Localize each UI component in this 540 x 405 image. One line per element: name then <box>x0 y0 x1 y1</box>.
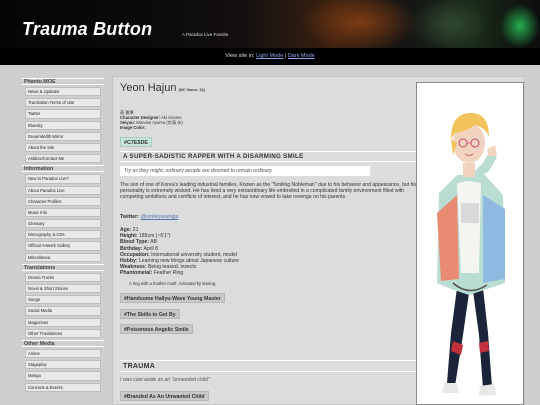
stat-value: AB <box>150 239 157 246</box>
twitter-label: Twitter: <box>120 214 140 220</box>
sidebar-nav-item[interactable]: Magazines <box>25 317 101 327</box>
sidebar-nav-item[interactable]: Twitter <box>25 109 101 119</box>
character-artwork <box>416 82 524 405</box>
banner-art-3 <box>500 4 540 48</box>
sidebar-nav-item[interactable]: Askbox/Contact Me <box>25 154 101 164</box>
stat-label: Phantometal: <box>120 270 153 277</box>
character-illustration <box>437 113 505 396</box>
image-color-label: Image Color: <box>120 125 146 130</box>
view-mode-label: View site in: <box>225 53 255 59</box>
twitter-link[interactable]: @smileywangja <box>141 214 179 220</box>
sidebar-nav-item[interactable]: Concerts & Events <box>25 382 101 392</box>
stat-label: Age: <box>120 227 132 233</box>
sidebar-nav-item[interactable]: Discography & CDs <box>25 230 101 240</box>
view-mode-separator: | <box>284 53 287 59</box>
stat-value: Feather Ring <box>153 270 184 277</box>
sidebar-nav-item[interactable]: Other Translations <box>25 328 101 338</box>
sidebar-nav-item[interactable]: Stageplay <box>25 360 101 370</box>
trauma-quote: I was cast aside as an "unneeded child" <box>120 377 210 383</box>
sidebar-nav-item[interactable]: Songs <box>25 295 101 305</box>
sidebar-nav-item[interactable]: Official Artwork Gallery <box>25 241 101 251</box>
character-description: The son of one of Korea's leading indust… <box>120 182 418 201</box>
trauma-hashtag: #Branded As An Unwanted Child <box>120 391 209 401</box>
light-mode-link[interactable]: Light Mode <box>256 53 283 59</box>
stats-list: Age: 21 Height: 185cm (~6'1") Blood Type: … <box>120 227 239 277</box>
sidebar-nav: Phanto.MOE News & Updates Translation Term… <box>22 78 104 405</box>
sidebar-nav-item[interactable]: Novel & Short Stories <box>25 284 101 294</box>
sidebar-nav-item[interactable]: About the Site <box>25 142 101 153</box>
sidebar-nav-item[interactable]: Glossary <box>25 219 101 229</box>
stat-label: Height: <box>120 233 138 240</box>
site-subtitle: A Paradox Live Fansite <box>182 32 229 37</box>
sidebar-nav-item[interactable]: Anime <box>25 348 101 359</box>
sidebar-nav-item[interactable]: Music Info <box>25 207 101 218</box>
sidebar-nav-item[interactable]: Translation Terms of Use <box>25 98 101 108</box>
stat-label: Occupation: <box>120 251 150 258</box>
hashtag-3: #Poisonous Angelic Smile <box>120 324 193 334</box>
character-quote: Try as they might, ordinary people are d… <box>120 166 370 176</box>
stat-label: Blood Type: <box>120 239 150 246</box>
sidebar-nav-item[interactable]: Character Profiles <box>25 196 101 206</box>
dark-mode-link[interactable]: Dark Mode <box>288 53 315 59</box>
stat-value: Being teased, insects <box>147 264 197 271</box>
stat-label: Birthday: <box>120 245 143 252</box>
image-color-row: Image Color: <box>120 125 183 130</box>
hashtag-2: #The Skills to Get By <box>120 309 180 319</box>
sidebar-nav-item[interactable]: Social Media <box>25 306 101 316</box>
sidebar-nav-item[interactable]: Bluesky <box>25 120 101 130</box>
sidebar-nav-item[interactable]: Drama Tracks <box>25 272 101 282</box>
stat-value: 21 <box>132 227 139 233</box>
banner-art <box>300 0 420 48</box>
phantometal-description: A ring with a feather motif. Activated b… <box>129 281 217 286</box>
character-name: Yeon Hajun (MC Name: 4§) <box>120 82 205 94</box>
site-title[interactable]: Trauma Button <box>22 19 152 40</box>
banner-art-2 <box>410 0 490 48</box>
stat-label: Weakness: <box>120 264 147 271</box>
sidebar-nav-item[interactable]: Manga <box>25 371 101 381</box>
twitter-row: Twitter: @smileywangja <box>120 214 178 220</box>
sidebar-nav-item[interactable]: New to Paradox Live? <box>25 174 101 184</box>
character-info: 燕 夏準 Character Designer: Aki Aizome Seiy… <box>120 110 183 130</box>
stat-row: Phantometal: Feather Ring <box>120 270 239 276</box>
character-name-text: Yeon Hajun <box>120 82 177 94</box>
sidebar-nav-item[interactable]: News & Updates <box>25 87 101 97</box>
image-color-swatch: #C7E5DE <box>120 137 152 147</box>
stat-value: 185cm (~6'1") <box>138 233 171 240</box>
view-mode-bar: View site in: Light Mode | Dark Mode <box>0 48 540 65</box>
stat-value: Learning new things about Japanese cultu… <box>138 258 239 265</box>
stat-value: International university student, model <box>151 251 237 258</box>
mc-name: (MC Name: 4§) <box>178 88 205 92</box>
sidebar-section-title: Translations <box>22 263 104 271</box>
site-banner: Trauma Button A Paradox Live Fansite <box>0 0 540 48</box>
sidebar-nav-item[interactable]: About Paradox Live <box>25 185 101 195</box>
sidebar-section-title: Phanto.MOE <box>22 78 104 85</box>
stat-value: April 8 <box>143 245 158 252</box>
sidebar-section-title: Other Media <box>22 339 104 347</box>
stat-label: Hobby: <box>120 258 138 265</box>
sidebar-nav-item[interactable]: Miscellanea <box>25 252 101 262</box>
sidebar-nav-item[interactable]: DreamWidth Mirror <box>25 131 101 141</box>
hashtag-1: #Handsome Hallyu-Wave Young Master <box>120 293 225 303</box>
sidebar-section-title: Information <box>22 165 104 173</box>
